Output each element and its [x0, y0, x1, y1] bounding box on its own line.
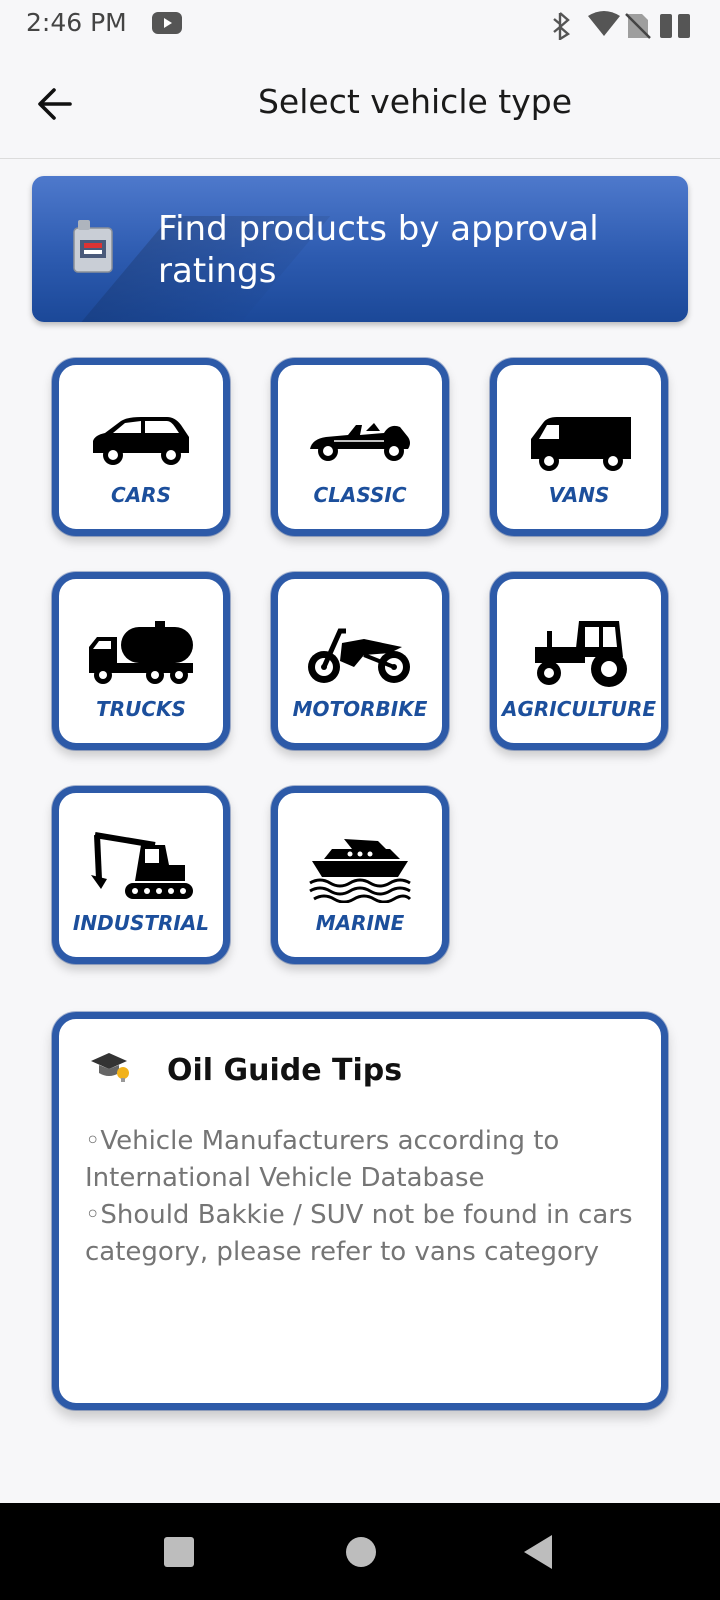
- bluetooth-icon: [553, 12, 571, 42]
- vehicle-label: MARINE: [315, 911, 405, 935]
- no-sim-icon: [625, 13, 651, 39]
- tips-title: Oil Guide Tips: [167, 1053, 403, 1088]
- car-icon: [93, 417, 189, 465]
- status-time: 2:46 PM: [26, 8, 127, 37]
- vehicle-tile-marine[interactable]: MARINE: [271, 786, 449, 964]
- recents-icon[interactable]: [164, 1537, 194, 1567]
- vehicle-tile-classic[interactable]: CLASSIC: [271, 358, 449, 536]
- vehicle-label: CARS: [111, 483, 171, 507]
- tanker-truck-icon: [89, 621, 193, 684]
- graduation-cap-bulb-icon: [91, 1053, 129, 1082]
- vehicle-tile-trucks[interactable]: TRUCKS: [52, 572, 230, 750]
- vehicle-label: MOTORBIKE: [292, 697, 428, 721]
- vehicle-label: AGRICULTURE: [501, 697, 657, 721]
- vehicle-label: CLASSIC: [313, 483, 407, 507]
- excavator-icon: [91, 832, 193, 899]
- tractor-icon: [535, 621, 627, 687]
- classic-car-icon: [310, 423, 410, 461]
- oil-can-icon: [73, 220, 113, 273]
- status-icons: [544, 10, 694, 44]
- home-icon[interactable]: [346, 1537, 376, 1567]
- vehicle-label: TRUCKS: [96, 697, 186, 721]
- vehicle-tile-vans[interactable]: VANS: [490, 358, 668, 536]
- tip-line: ◦Should Bakkie / SUV not be found in car…: [85, 1200, 633, 1267]
- banner-label: Find products by approval ratings: [158, 209, 599, 291]
- boat-icon: [309, 839, 412, 903]
- back-triangle-icon[interactable]: [524, 1535, 552, 1569]
- van-icon: [531, 417, 631, 471]
- status-bar: 2:46 PM: [0, 0, 720, 50]
- battery-icon: [660, 14, 690, 38]
- vehicle-tile-agriculture[interactable]: AGRICULTURE: [490, 572, 668, 750]
- wifi-icon: [588, 11, 620, 36]
- approval-ratings-banner[interactable]: Find products by approval ratings: [32, 176, 688, 322]
- page-title: Select vehicle type: [257, 82, 573, 121]
- motorbike-icon: [308, 628, 410, 683]
- tip-line: ◦Vehicle Manufacturers according to Inte…: [85, 1126, 560, 1193]
- vehicle-tile-motorbike[interactable]: MOTORBIKE: [271, 572, 449, 750]
- app-bar: Select vehicle type: [0, 50, 720, 159]
- vehicle-label: INDUSTRIAL: [72, 911, 210, 935]
- oil-guide-tips-card: Oil Guide Tips ◦Vehicle Manufacturers ac…: [52, 1012, 668, 1410]
- tips-body: ◦Vehicle Manufacturers according to Inte…: [85, 1123, 645, 1271]
- system-nav-bar: [0, 1503, 720, 1600]
- vehicle-tile-cars[interactable]: CARS: [52, 358, 230, 536]
- youtube-icon: [152, 12, 182, 34]
- vehicle-tile-industrial[interactable]: INDUSTRIAL: [52, 786, 230, 964]
- vehicle-label: VANS: [548, 483, 610, 507]
